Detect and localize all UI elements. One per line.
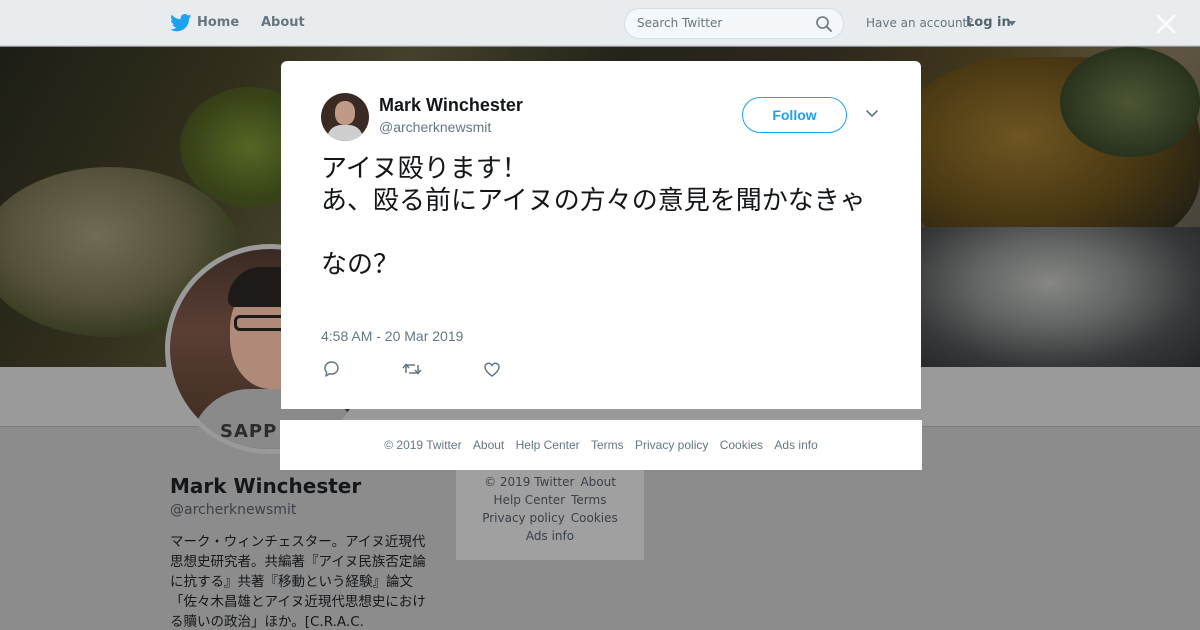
modal-footer-help-link[interactable]: Help Center bbox=[516, 438, 580, 452]
search-input[interactable]: Search Twitter bbox=[637, 16, 722, 30]
profile-handle[interactable]: @archerknewsmit bbox=[170, 502, 296, 518]
profile-name[interactable]: Mark Winchester bbox=[170, 474, 361, 498]
have-account-text: Have an account? bbox=[866, 16, 974, 30]
modal-footer-cookies-link[interactable]: Cookies bbox=[720, 438, 763, 452]
footer-privacy-link[interactable]: Privacy policy bbox=[482, 511, 565, 525]
heart-icon[interactable] bbox=[481, 359, 503, 379]
tweet-timestamp[interactable]: 4:58 AM - 20 Mar 2019 bbox=[321, 328, 463, 344]
top-nav: Home About Search Twitter Have an accoun… bbox=[0, 0, 1200, 46]
modal-footer-about-link[interactable]: About bbox=[473, 438, 504, 452]
footer-help-link[interactable]: Help Center bbox=[494, 493, 566, 507]
nav-about-link[interactable]: About bbox=[261, 15, 305, 30]
close-icon[interactable] bbox=[1154, 12, 1178, 36]
author-avatar[interactable] bbox=[321, 93, 369, 141]
footer-about-link[interactable]: About bbox=[580, 475, 615, 489]
retweet-icon[interactable] bbox=[401, 359, 423, 379]
tweet-text: アイヌ殴ります！ あ、殴る前にアイヌの方々の意見を聞かなきゃ なの？ bbox=[321, 154, 866, 280]
author-handle[interactable]: @archerknewsmit bbox=[379, 119, 491, 135]
modal-footer-privacy-link[interactable]: Privacy policy bbox=[635, 438, 708, 452]
search-icon[interactable] bbox=[815, 15, 833, 33]
modal-footer: © 2019 Twitter About Help Center Terms P… bbox=[280, 420, 922, 470]
modal-footer-terms-link[interactable]: Terms bbox=[591, 438, 624, 452]
tweet-modal: Mark Winchester @archerknewsmit Follow ア… bbox=[281, 61, 921, 409]
login-link[interactable]: Log in bbox=[966, 15, 1011, 30]
sidebar-footer: © 2019 Twitter About Help Center Terms Pri… bbox=[456, 468, 644, 560]
modal-footer-ads-link[interactable]: Ads info bbox=[774, 438, 817, 452]
footer-ads-link[interactable]: Ads info bbox=[526, 529, 574, 543]
banner-water bbox=[900, 227, 1200, 367]
search-box[interactable]: Search Twitter bbox=[624, 8, 844, 39]
nav-home-link[interactable]: Home bbox=[197, 15, 239, 30]
follow-button[interactable]: Follow bbox=[742, 97, 847, 133]
footer-terms-link[interactable]: Terms bbox=[571, 493, 606, 507]
chevron-down-icon[interactable] bbox=[865, 109, 879, 119]
profile-bio: マーク・ウィンチェスター。アイヌ近現代思想史研究者。共編著『アイヌ民族否定論に抗… bbox=[170, 534, 426, 630]
reply-icon[interactable] bbox=[321, 359, 343, 379]
author-name[interactable]: Mark Winchester bbox=[379, 95, 523, 116]
shirt-text: SAPP bbox=[220, 421, 278, 442]
banner-rock-right bbox=[1060, 47, 1200, 157]
footer-copyright: © 2019 Twitter bbox=[484, 475, 575, 489]
footer-cookies-link[interactable]: Cookies bbox=[571, 511, 618, 525]
login-caret-icon[interactable] bbox=[1008, 21, 1016, 26]
modal-footer-copyright: © 2019 Twitter bbox=[384, 438, 462, 452]
twitter-bird-icon[interactable] bbox=[170, 14, 192, 32]
